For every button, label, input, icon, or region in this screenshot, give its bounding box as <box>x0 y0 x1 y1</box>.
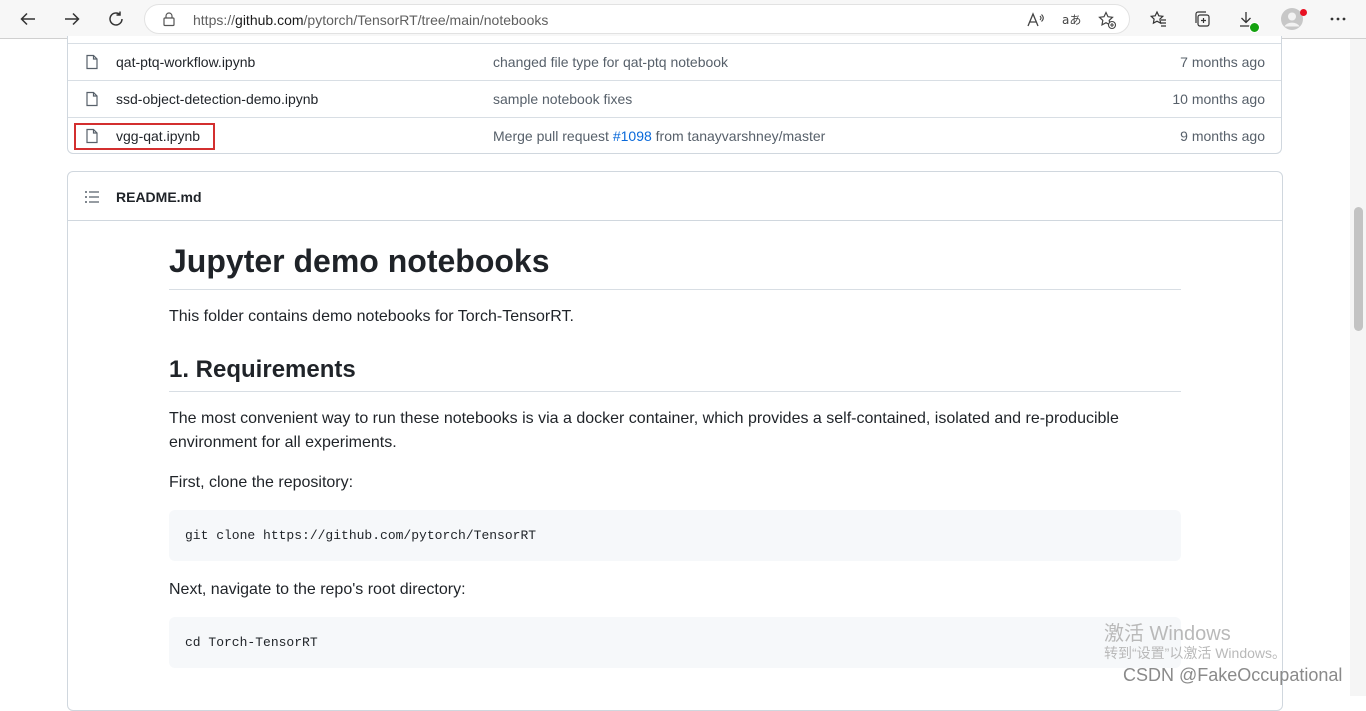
scrollbar-thumb[interactable] <box>1354 207 1363 331</box>
file-list: qat-ptq-workflow.ipynb changed file type… <box>67 36 1282 154</box>
code-text[interactable]: git clone https://github.com/pytorch/Ten… <box>185 528 536 543</box>
refresh-button[interactable] <box>100 3 132 35</box>
page-scrollbar[interactable] <box>1350 39 1366 696</box>
favorites-icon <box>1149 10 1166 27</box>
profile-button[interactable] <box>1276 3 1308 35</box>
collections-icon <box>1195 11 1210 27</box>
commit-message-post[interactable]: from tanayvarshney/master <box>652 128 826 144</box>
code-text[interactable]: cd Torch-TensorRT <box>185 635 318 650</box>
commit-age: 10 months ago <box>1172 91 1265 107</box>
arrow-left-icon <box>20 12 35 26</box>
commit-message[interactable]: changed file type for qat-ptq notebook <box>493 54 728 70</box>
code-block-clone[interactable]: git clone https://github.com/pytorch/Ten… <box>169 510 1181 561</box>
translate-icon[interactable]: aあ <box>1061 10 1081 30</box>
navigate-instruction: Next, navigate to the repo's root direct… <box>169 581 466 598</box>
activate-windows-subtitle: 转到“设置”以激活 Windows。 <box>1104 645 1287 661</box>
clone-instruction: First, clone the repository: <box>169 474 354 491</box>
list-icon[interactable] <box>84 189 100 205</box>
file-row[interactable]: vgg-qat.ipynb Merge pull request #1098 f… <box>68 117 1281 154</box>
pull-request-link[interactable]: #1098 <box>613 128 652 144</box>
file-row[interactable]: ssd-object-detection-demo.ipynb sample n… <box>68 80 1281 117</box>
readme-header: README.md <box>68 172 1282 221</box>
commit-age: 7 months ago <box>1180 54 1265 70</box>
commit-age: 9 months ago <box>1180 128 1265 144</box>
file-name[interactable]: qat-ptq-workflow.ipynb <box>116 54 255 70</box>
collections-button[interactable] <box>1186 3 1218 35</box>
favorites-button[interactable] <box>1142 3 1174 35</box>
requirements-paragraph: The most convenient way to run these not… <box>169 410 1119 451</box>
address-bar[interactable]: https://github.com/pytorch/TensorRT/tree… <box>144 4 1130 34</box>
commit-message[interactable]: sample notebook fixes <box>493 91 632 107</box>
more-button[interactable] <box>1322 3 1354 35</box>
read-aloud-icon[interactable] <box>1025 10 1045 30</box>
file-name[interactable]: ssd-object-detection-demo.ipynb <box>116 91 318 107</box>
forward-button[interactable] <box>56 3 88 35</box>
refresh-icon <box>109 11 123 26</box>
file-icon <box>86 91 98 107</box>
download-complete-badge <box>1249 22 1260 33</box>
more-icon <box>1330 17 1346 21</box>
readme-panel: README.md Jupyter demo notebooks This fo… <box>67 171 1283 711</box>
commit-message-pre[interactable]: Merge pull request <box>493 128 613 144</box>
arrow-right-icon <box>65 12 80 26</box>
url-text: https://github.com/pytorch/TensorRT/tree… <box>193 12 549 28</box>
add-favorite-icon[interactable] <box>1097 10 1117 30</box>
file-row[interactable]: qat-ptq-workflow.ipynb changed file type… <box>68 43 1281 80</box>
svg-text:aあ: aあ <box>1062 13 1081 27</box>
commit-message[interactable]: Merge pull request #1098 from tanayvarsh… <box>493 128 825 144</box>
readme-filename[interactable]: README.md <box>116 189 202 205</box>
code-block-cd[interactable]: cd Torch-TensorRT <box>169 617 1181 668</box>
back-button[interactable] <box>12 3 44 35</box>
readme-title: Jupyter demo notebooks <box>169 242 1181 291</box>
csdn-watermark: CSDN @FakeOccupational <box>1123 665 1343 685</box>
highlight-box <box>74 123 215 150</box>
lock-icon <box>163 12 175 27</box>
notification-dot <box>1300 9 1307 16</box>
downloads-button[interactable] <box>1230 3 1262 35</box>
browser-toolbar: https://github.com/pytorch/TensorRT/tree… <box>0 0 1366 39</box>
intro-paragraph: This folder contains demo notebooks for … <box>169 308 574 325</box>
requirements-heading: 1. Requirements <box>169 355 1181 392</box>
activate-windows-title: 激活 Windows <box>1104 623 1231 645</box>
file-icon <box>86 54 98 70</box>
